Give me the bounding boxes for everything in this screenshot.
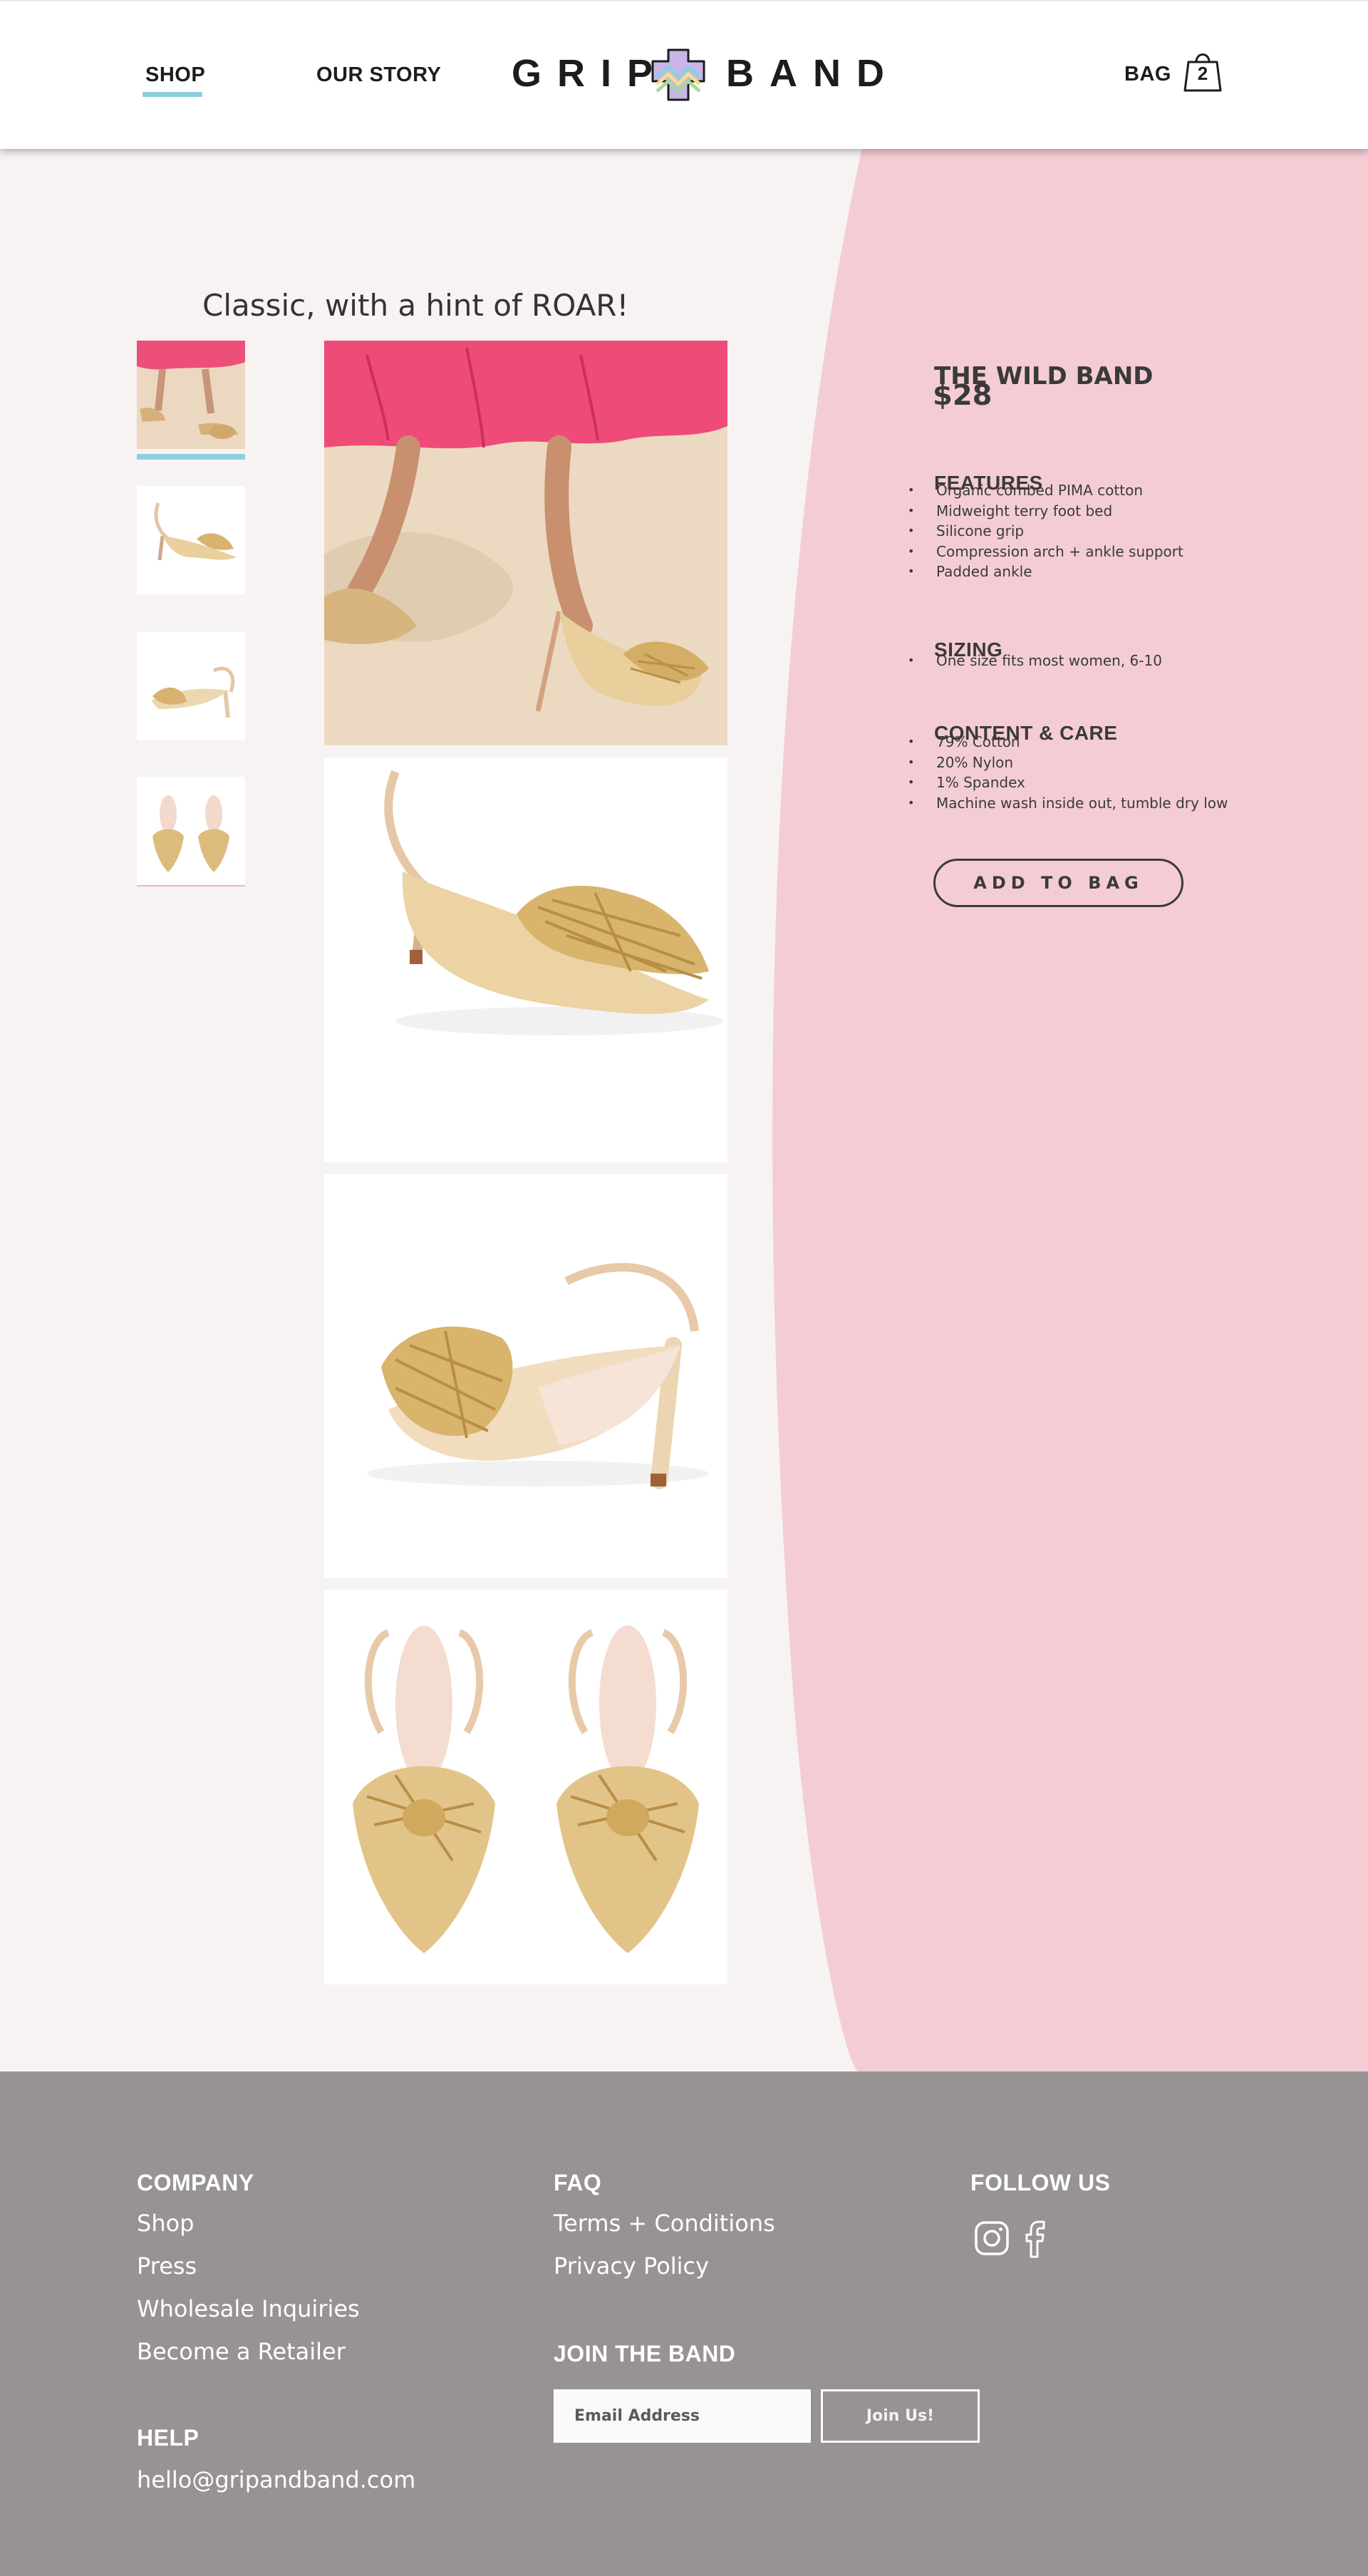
footer-faq-heading: FAQ (554, 2170, 602, 2195)
footer-link-shop[interactable]: Shop (137, 2210, 194, 2237)
logo-mark-icon[interactable] (647, 46, 710, 104)
join-us-button[interactable]: Join Us! (821, 2389, 980, 2443)
content-care-list: 79% Cotton 20% Nylon 1% Spandex Machine … (908, 732, 1228, 813)
thumbnail-selected-indicator (137, 454, 245, 460)
site-footer: COMPANY Shop Press Wholesale Inquiries B… (0, 2071, 1368, 2576)
list-item: Compression arch + ankle support (908, 542, 1183, 562)
list-item: Machine wash inside out, tumble dry low (908, 793, 1228, 814)
footer-help-email-link[interactable]: hello@gripandband.com (137, 2466, 415, 2493)
thumbnail-shoe-pair[interactable] (137, 777, 245, 886)
list-item: Organic combed PIMA cotton (908, 480, 1183, 501)
newsletter-email-input[interactable] (554, 2389, 811, 2443)
logo-word-grip[interactable]: GRIP (512, 51, 668, 95)
footer-link-terms[interactable]: Terms + Conditions (554, 2210, 775, 2237)
product-image-shoe-pair[interactable] (324, 1590, 727, 1985)
nav-shop-link[interactable]: SHOP (145, 63, 205, 87)
list-item: 20% Nylon (908, 752, 1228, 773)
list-item: Midweight terry foot bed (908, 501, 1183, 522)
site-header: SHOP OUR STORY GRIP BAND BAG 2 (0, 0, 1368, 149)
shoe-pair-top-photo (324, 1590, 727, 1985)
logo-word-band[interactable]: BAND (726, 51, 900, 95)
list-item: One size fits most women, 6-10 (908, 651, 1162, 671)
list-item: Silicone grip (908, 521, 1183, 542)
nav-active-underline (142, 92, 202, 97)
footer-company-heading: COMPANY (137, 2170, 254, 2195)
shoe-back-photo (324, 1174, 727, 1578)
shoe-side-photo (137, 486, 245, 594)
product-image-shoe-side[interactable] (324, 757, 727, 1162)
shoe-back-photo (137, 632, 245, 740)
model-feet-photo (324, 341, 727, 745)
shoe-side-photo (324, 757, 727, 1162)
product-image-model-feet[interactable] (324, 341, 727, 745)
features-list: Organic combed PIMA cotton Midweight ter… (908, 480, 1183, 582)
footer-join-heading: JOIN THE BAND (554, 2341, 736, 2366)
footer-link-retailer[interactable]: Become a Retailer (137, 2338, 346, 2365)
product-image-shoe-back[interactable] (324, 1174, 727, 1578)
bag-count-badge[interactable]: 2 (1183, 63, 1223, 85)
instagram-icon[interactable] (974, 2220, 1010, 2256)
footer-link-wholesale[interactable]: Wholesale Inquiries (137, 2295, 360, 2322)
footer-link-press[interactable]: Press (137, 2252, 197, 2280)
thumbnail-shoe-side[interactable] (137, 486, 245, 594)
nav-bag-link[interactable]: BAG (1124, 63, 1171, 86)
shoe-pair-top-photo (137, 777, 245, 885)
add-to-bag-button[interactable]: ADD TO BAG (933, 859, 1183, 907)
sizing-list: One size fits most women, 6-10 (908, 651, 1162, 671)
nav-our-story-link[interactable]: OUR STORY (316, 63, 441, 87)
list-item: 79% Cotton (908, 732, 1228, 752)
facebook-icon[interactable] (1025, 2219, 1046, 2259)
thumbnail-model-feet[interactable] (137, 341, 245, 449)
list-item: 1% Spandex (908, 772, 1228, 793)
footer-follow-heading: FOLLOW US (970, 2170, 1111, 2195)
footer-link-privacy[interactable]: Privacy Policy (554, 2252, 709, 2280)
product-price: $28 (933, 379, 993, 412)
footer-help-heading: HELP (137, 2425, 200, 2451)
model-feet-photo (137, 341, 245, 449)
thumbnail-shoe-back[interactable] (137, 632, 245, 740)
product-tagline: Classic, with a hint of ROAR! (202, 288, 629, 324)
list-item: Padded ankle (908, 562, 1183, 582)
